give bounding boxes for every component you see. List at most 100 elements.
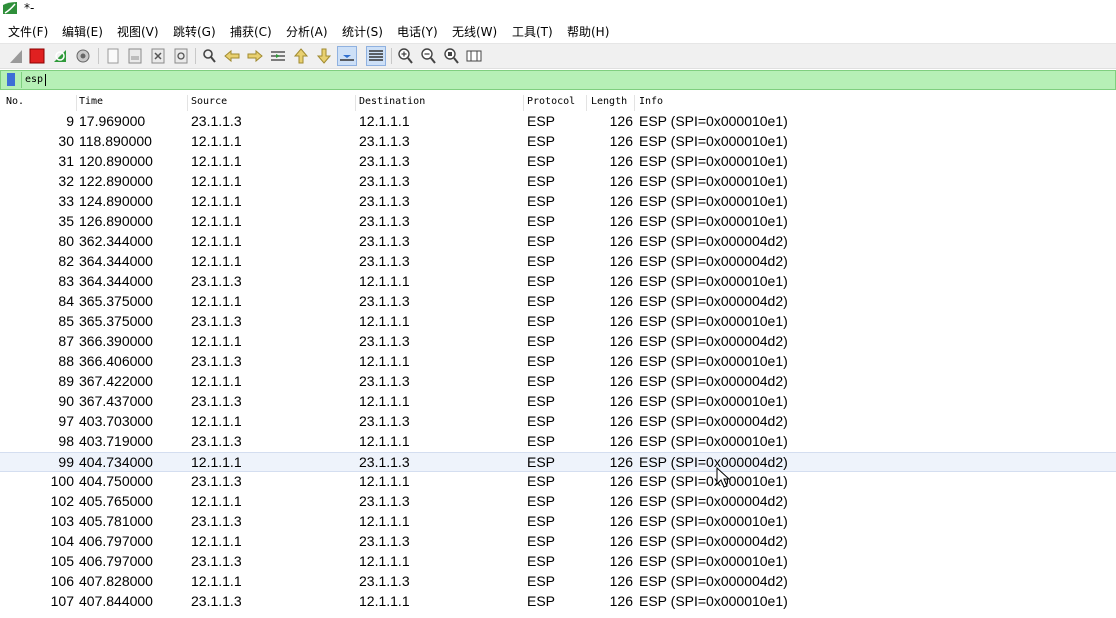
column-header-info[interactable]: Info (639, 96, 663, 107)
table-row[interactable]: 106 407.828000 12.1.1.1 23.1.1.3 ESP 126 ESP (… (0, 572, 1116, 592)
table-row-selected[interactable]: 99 404.734000 12.1.1.1 23.1.1.3 ESP 126 ESP (S… (0, 452, 1116, 472)
start-capture-icon[interactable] (7, 47, 25, 65)
packet-info: ESP (SPI=0x000004d2) (639, 233, 788, 249)
packet-number: 85 (58, 313, 74, 329)
menu-capture[interactable]: 捕获(C) (230, 23, 272, 40)
table-row[interactable]: 85 365.375000 23.1.1.3 12.1.1.1 ESP 126 ESP (S… (0, 312, 1116, 332)
table-row[interactable]: 97 403.703000 12.1.1.1 23.1.1.3 ESP 126 ESP (S… (0, 412, 1116, 432)
menu-bar: 文件(F) 编辑(E) 视图(V) 跳转(G) 捕获(C) 分析(A) 统计(S… (0, 20, 1116, 42)
save-file-icon[interactable] (126, 47, 144, 65)
go-to-packet-icon[interactable] (269, 47, 287, 65)
packet-info: ESP (SPI=0x000010e1) (639, 473, 788, 489)
menu-statistics[interactable]: 统计(S) (342, 23, 383, 40)
packet-destination: 23.1.1.3 (359, 454, 410, 470)
menu-file[interactable]: 文件(F) (8, 23, 48, 40)
packet-number: 32 (58, 173, 74, 189)
table-row[interactable]: 84 365.375000 12.1.1.1 23.1.1.3 ESP 126 ESP (S… (0, 292, 1116, 312)
capture-options-icon[interactable] (74, 47, 92, 65)
packet-source: 12.1.1.1 (191, 333, 242, 349)
packet-destination: 23.1.1.3 (359, 573, 410, 589)
close-file-icon[interactable] (149, 47, 167, 65)
table-row[interactable]: 102 405.765000 12.1.1.1 23.1.1.3 ESP 126 ESP (… (0, 492, 1116, 512)
packet-time: 118.890000 (79, 133, 152, 149)
packet-protocol: ESP (527, 553, 556, 569)
packet-source: 23.1.1.3 (191, 273, 242, 289)
packet-length: 126 (609, 553, 633, 569)
zoom-in-icon[interactable] (396, 47, 414, 65)
menu-wireless[interactable]: 无线(W) (452, 23, 497, 40)
resize-columns-icon[interactable] (465, 47, 483, 65)
auto-scroll-icon[interactable] (337, 46, 357, 66)
packet-info: ESP (SPI=0x000010e1) (639, 353, 788, 369)
go-back-icon[interactable] (223, 47, 241, 65)
restart-capture-icon[interactable] (51, 47, 69, 65)
table-row[interactable]: 89 367.422000 12.1.1.1 23.1.1.3 ESP 126 ESP (S… (0, 372, 1116, 392)
packet-time: 406.797000 (79, 533, 153, 549)
column-header-length[interactable]: Length (591, 96, 627, 107)
packet-protocol: ESP (527, 213, 556, 229)
packet-length: 126 (609, 153, 633, 169)
zoom-out-icon[interactable] (419, 47, 437, 65)
stop-capture-icon[interactable] (28, 47, 46, 65)
table-row[interactable]: 32 122.890000 12.1.1.1 23.1.1.3 ESP 126 ESP (S… (0, 172, 1116, 192)
table-row[interactable]: 104 406.797000 12.1.1.1 23.1.1.3 ESP 126 ESP (… (0, 532, 1116, 552)
column-header-source[interactable]: Source (191, 96, 227, 107)
last-packet-icon[interactable] (315, 47, 333, 65)
table-row[interactable]: 107 407.844000 23.1.1.3 12.1.1.1 ESP 126 ESP (… (0, 592, 1116, 612)
table-row[interactable]: 9 17.969000 23.1.1.3 12.1.1.1 ESP 126 ESP (SPI… (0, 112, 1116, 132)
packet-time: 405.781000 (79, 513, 153, 529)
menu-telephony[interactable]: 电话(Y) (397, 23, 438, 40)
menu-view[interactable]: 视图(V) (117, 23, 159, 40)
packet-length: 126 (609, 133, 633, 149)
table-row[interactable]: 30 118.890000 12.1.1.1 23.1.1.3 ESP 126 ESP (S… (0, 132, 1116, 152)
packet-time: 366.390000 (79, 333, 153, 349)
packet-info: ESP (SPI=0x000004d2) (639, 293, 788, 309)
table-row[interactable]: 88 366.406000 23.1.1.3 12.1.1.1 ESP 126 ESP (S… (0, 352, 1116, 372)
column-header-time[interactable]: Time (79, 96, 103, 107)
packet-protocol: ESP (527, 454, 556, 470)
menu-edit[interactable]: 编辑(E) (62, 23, 103, 40)
packet-destination: 23.1.1.3 (359, 233, 410, 249)
table-row[interactable]: 105 406.797000 23.1.1.3 12.1.1.1 ESP 126 ESP (… (0, 552, 1116, 572)
packet-destination: 12.1.1.1 (359, 513, 410, 529)
zoom-normal-icon[interactable] (442, 47, 460, 65)
column-header-protocol[interactable]: Protocol (527, 96, 575, 107)
packet-number: 107 (50, 593, 74, 609)
find-packet-icon[interactable] (200, 47, 218, 65)
packet-length: 126 (609, 193, 633, 209)
packet-time: 366.406000 (79, 353, 153, 369)
menu-tools[interactable]: 工具(T) (512, 23, 553, 40)
bookmark-icon[interactable] (7, 73, 15, 86)
table-row[interactable]: 87 366.390000 12.1.1.1 23.1.1.3 ESP 126 ESP (S… (0, 332, 1116, 352)
packet-length: 126 (609, 293, 633, 309)
table-row[interactable]: 83 364.344000 23.1.1.3 12.1.1.1 ESP 126 ESP (S… (0, 272, 1116, 292)
packet-number: 99 (58, 454, 74, 470)
packet-info: ESP (SPI=0x000010e1) (639, 273, 788, 289)
open-file-icon[interactable] (104, 47, 122, 65)
menu-go[interactable]: 跳转(G) (173, 23, 216, 40)
menu-analyze[interactable]: 分析(A) (286, 23, 328, 40)
display-filter-input[interactable] (25, 72, 1105, 87)
packet-destination: 23.1.1.3 (359, 413, 410, 429)
reload-icon[interactable] (172, 47, 190, 65)
table-row[interactable]: 82 364.344000 12.1.1.1 23.1.1.3 ESP 126 ESP (S… (0, 252, 1116, 272)
go-forward-icon[interactable] (246, 47, 264, 65)
menu-help[interactable]: 帮助(H) (567, 23, 609, 40)
first-packet-icon[interactable] (292, 47, 310, 65)
packet-destination: 23.1.1.3 (359, 133, 410, 149)
table-row[interactable]: 80 362.344000 12.1.1.1 23.1.1.3 ESP 126 ESP (S… (0, 232, 1116, 252)
column-header-destination[interactable]: Destination (359, 96, 425, 107)
packet-source: 23.1.1.3 (191, 593, 242, 609)
table-row[interactable]: 31 120.890000 12.1.1.1 23.1.1.3 ESP 126 ESP (S… (0, 152, 1116, 172)
packet-time: 126.890000 (79, 213, 153, 229)
table-row[interactable]: 35 126.890000 12.1.1.1 23.1.1.3 ESP 126 ESP (S… (0, 212, 1116, 232)
packet-info: ESP (SPI=0x000010e1) (639, 133, 788, 149)
table-row[interactable]: 33 124.890000 12.1.1.1 23.1.1.3 ESP 126 ESP (S… (0, 192, 1116, 212)
table-row[interactable]: 100 404.750000 23.1.1.3 12.1.1.1 ESP 126 ESP (… (0, 472, 1116, 492)
table-row[interactable]: 103 405.781000 23.1.1.3 12.1.1.1 ESP 126 ESP (… (0, 512, 1116, 532)
colorize-icon[interactable] (366, 46, 386, 66)
table-row[interactable]: 90 367.437000 23.1.1.3 12.1.1.1 ESP 126 ESP (S… (0, 392, 1116, 412)
column-header-no[interactable]: No. (6, 96, 24, 107)
table-row[interactable]: 98 403.719000 23.1.1.3 12.1.1.1 ESP 126 ESP (S… (0, 432, 1116, 452)
packet-protocol: ESP (527, 293, 556, 309)
